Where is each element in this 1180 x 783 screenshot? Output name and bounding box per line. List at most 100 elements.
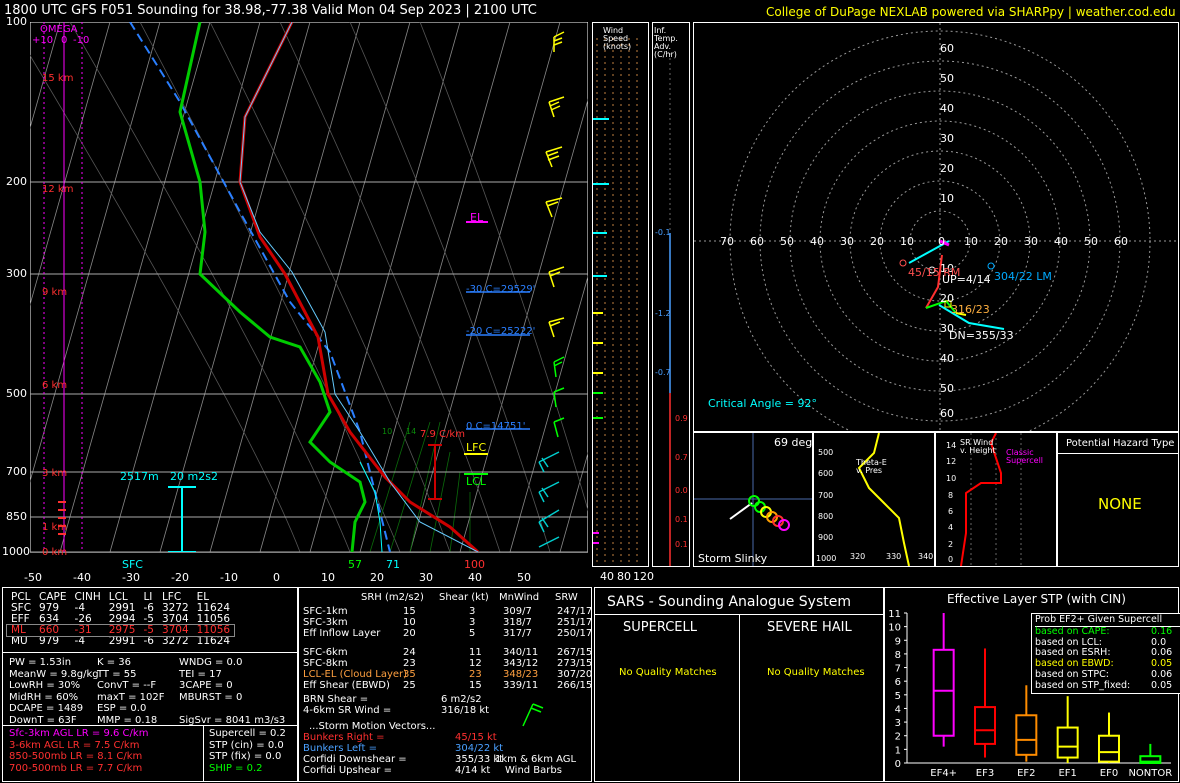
wind-speed-tick: 40: [600, 570, 614, 583]
adv-value: 0.1: [675, 540, 688, 549]
height-label: 3 km: [42, 468, 68, 479]
height-label: 1 km: [42, 522, 68, 533]
hodo-ring-label: 20: [940, 162, 954, 175]
temp-tick: 30: [419, 571, 433, 584]
lapse-rate: Sfc-3km AGL LR = 9.6 C/km: [9, 728, 149, 739]
y-tick-label: 4: [895, 704, 901, 715]
sars-title: SARS - Sounding Analogue System: [607, 594, 851, 610]
mean-wind-label: 316/23: [951, 303, 990, 316]
index-value: 3CAPE = 0: [179, 680, 233, 691]
box-iqr: [1098, 734, 1120, 763]
temp-tick: 0: [273, 571, 280, 584]
hodo-ring-label: 40: [940, 102, 954, 115]
kin-label: SFC-8km: [303, 658, 348, 669]
thetae-pres-tick: 600: [818, 469, 834, 478]
y-tick-label: 1: [895, 745, 901, 756]
category-label: EF1: [1058, 768, 1076, 779]
hodo-ring-label: 60: [940, 42, 954, 55]
srwind-h-tick: 14: [946, 441, 957, 450]
bunkers-right: Bunkers Right =: [303, 732, 385, 743]
legend-value: 0.05: [1151, 658, 1173, 670]
height-label: 6 km: [42, 380, 68, 391]
temp-tick: 20: [370, 571, 384, 584]
hodo-ring-label: 10: [900, 235, 914, 248]
hazard-title: Potential Hazard Type: [1066, 438, 1175, 449]
hodo-ring-label: 20: [870, 235, 884, 248]
parcel-cell: 3272: [161, 635, 189, 647]
theta-e-panel: 500 600 700 800 900 1000 Theta-E v. Pres…: [813, 432, 935, 567]
slinky-angle: 69 deg: [774, 436, 813, 449]
kin-label: SFC-6km: [303, 647, 348, 658]
legend-label: based on ESRH:: [1035, 647, 1111, 659]
lapse-rate: 700-500mb LR = 7.7 C/km: [9, 762, 143, 774]
sfc-temp-wetbulb: 71: [386, 558, 400, 571]
legend-label: based on CAPE:: [1035, 625, 1110, 637]
adv-value: -0.1: [655, 228, 671, 237]
bunkers-right-value: 45/15 kt: [455, 732, 497, 743]
kin-srh: 25: [403, 680, 416, 691]
index-value: MidRH = 60%: [9, 691, 79, 703]
upshear-label: UP=4/14: [942, 273, 991, 286]
kin-srh: 20: [403, 628, 416, 639]
bunkers-left-value: 304/22 kt: [455, 743, 504, 754]
hodo-ring-label: 30: [840, 235, 854, 248]
indices-col1: PW = 1.53in MeanW = 9.8g/kg LowRH = 30% …: [9, 657, 99, 726]
srh-box-height: 2517m: [120, 470, 159, 483]
parcel-cell: 11624: [196, 635, 231, 647]
lapse-rate-label: 7.9 C/km: [420, 429, 465, 440]
thetae-x-tick: 320: [850, 552, 866, 561]
parcel-cell: -6: [143, 635, 154, 647]
y-tick-label: 5: [895, 691, 901, 702]
kin-srh: 35: [403, 669, 416, 680]
sars-hail-result: No Quality Matches: [767, 667, 865, 678]
hodo-ring-label: 70: [720, 235, 734, 248]
temp-tick: -20: [171, 571, 189, 584]
kin-header: SRH (m2/s2): [361, 592, 424, 603]
category-label: EF4+: [930, 768, 957, 779]
index-value: K = 36: [97, 657, 132, 668]
srwind-h-tick: 10: [946, 474, 957, 483]
category-label: NONTOR: [1128, 768, 1172, 779]
kin-srh: 23: [403, 658, 416, 669]
composite-value: SHIP = 0.2: [209, 762, 263, 774]
kin-srh: 10: [403, 617, 416, 628]
category-label: EF0: [1100, 768, 1118, 779]
hodo-ring-label: 10: [940, 192, 954, 205]
kin-shear: 3: [469, 617, 476, 628]
kin-mnwind: 309/7: [503, 606, 532, 617]
kin-mnwind: 339/11: [503, 680, 539, 691]
kin-srh: 24: [403, 647, 416, 658]
parcel-cell: 979: [39, 635, 60, 647]
thetae-pres-tick: 800: [818, 512, 834, 521]
kin-srw: 266/15: [557, 680, 593, 691]
corfidi-upshear-value: 4/14 kt: [455, 765, 491, 776]
parcel-row[interactable]: MU 979 -4 2991 -6 3272 11624: [7, 636, 234, 647]
srwind-h-tick: 6: [948, 507, 954, 516]
stp-panel: Effective Layer STP (with CIN) 012345678…: [884, 587, 1180, 782]
hodo-ring-label: 0: [938, 235, 945, 248]
index-value: MeanW = 9.8g/kg: [9, 668, 99, 680]
hodo-ring-label: 40: [940, 352, 954, 365]
hodo-ring-label: 30: [1024, 235, 1038, 248]
kin-shear: 23: [469, 669, 482, 680]
agl-wind-barbs: [522, 703, 544, 727]
lapse-rate: 3-6km AGL LR = 7.5 C/km: [9, 739, 140, 751]
omega-label: OMEGA: [40, 24, 78, 35]
temp-tick: -50: [24, 571, 42, 584]
isotherm-label: 0 C=14751': [466, 421, 526, 432]
box-iqr: [932, 648, 955, 737]
index-value: ConvT = --F: [97, 680, 157, 691]
composites: Supercell = 0.2 STP (cin) = 0.0 STP (fix…: [209, 728, 286, 774]
kin-shear: 12: [469, 658, 482, 669]
temp-tick: -30: [122, 571, 140, 584]
sars-supercell-header: SUPERCELL: [623, 620, 697, 635]
sr-wind-panel: 14 12 10 8 6 4 2 0 SR Wind v. Height Cla…: [935, 432, 1057, 567]
category-label: EF3: [976, 768, 994, 779]
srwind-h-tick: 2: [948, 540, 954, 549]
credit-text: College of DuPage NEXLAB powered via SHA…: [766, 5, 1176, 19]
adv-value: 0.7: [675, 453, 688, 462]
wind-barbs-column: [538, 31, 565, 548]
srh-box-value: 20 m2s2: [170, 470, 218, 483]
bunkers-left: Bunkers Left =: [303, 743, 377, 754]
parcel-panel: PCL CAPE CINH LCL LI LFC EL SFC 979 -4 2991…: [2, 587, 298, 782]
